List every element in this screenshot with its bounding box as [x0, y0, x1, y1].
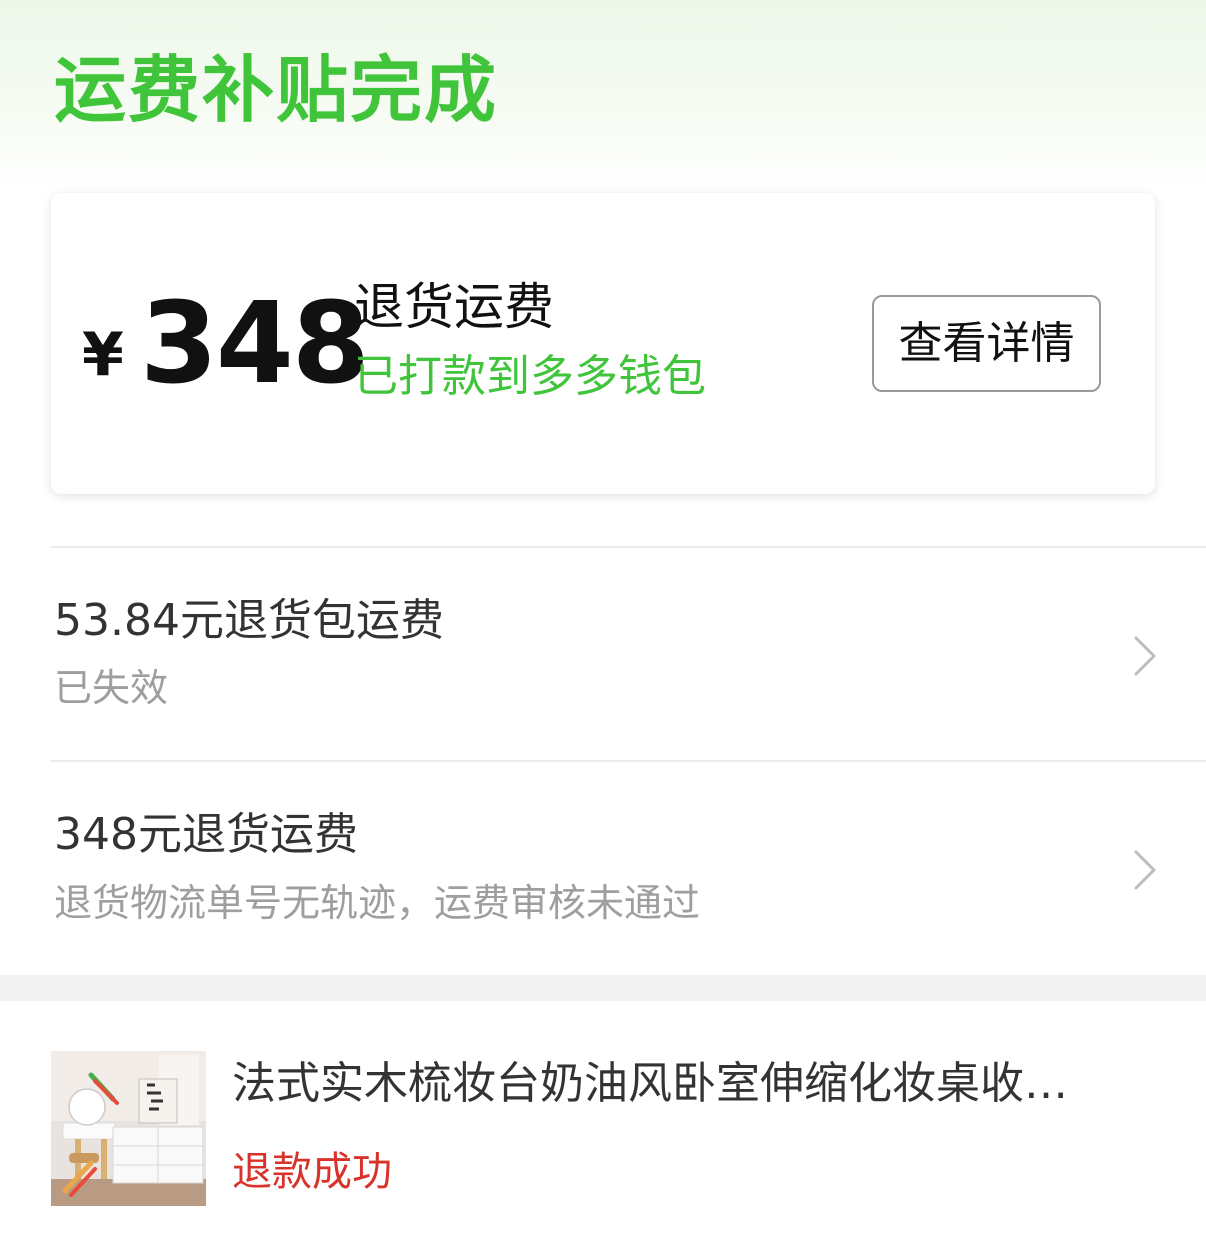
chevron-right-icon [1134, 636, 1156, 676]
subsidy-label: 退货运费 [354, 278, 554, 336]
record-row-return-shipping[interactable]: 348元退货运费 退货物流单号无轨迹，运费审核未通过 [0, 762, 1206, 974]
section-separator [0, 975, 1206, 1001]
chevron-right-icon [1134, 850, 1156, 890]
record-status: 退货物流单号无轨迹，运费审核未通过 [54, 881, 701, 925]
refund-status: 退款成功 [232, 1149, 392, 1195]
record-status: 已失效 [54, 666, 169, 710]
record-title: 348元退货运费 [54, 809, 358, 860]
product-image [51, 1051, 206, 1206]
product-thumbnail[interactable] [51, 1051, 206, 1206]
record-title: 53.84元退货包运费 [54, 595, 444, 646]
subsidy-amount: 348 [140, 279, 370, 409]
product-name[interactable]: 法式实木梳妆台奶油风卧室伸缩化妆桌收… [232, 1054, 1092, 1114]
currency-symbol: ¥ [82, 320, 124, 390]
view-details-button[interactable]: 查看详情 [872, 295, 1101, 392]
page-title: 运费补贴完成 [54, 48, 499, 132]
record-row-return-insurance[interactable]: 53.84元退货包运费 已失效 [0, 548, 1206, 760]
payout-status: 已打款到多多钱包 [354, 351, 706, 402]
